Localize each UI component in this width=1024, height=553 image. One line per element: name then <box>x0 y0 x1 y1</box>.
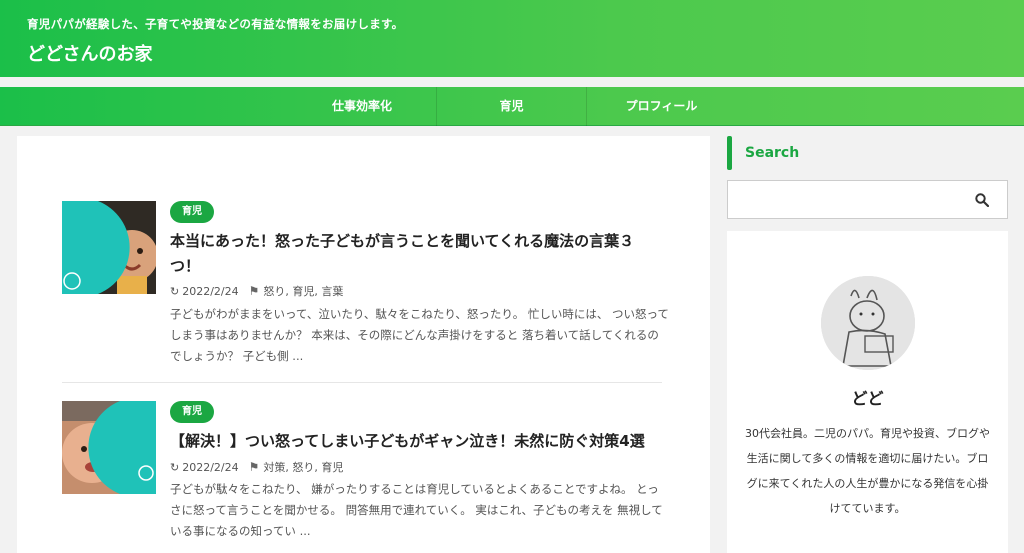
post-card: 育児 本当にあった！怒った子どもが言うことを聞いてくれる魔法の言葉３つ！ ↻ 2… <box>62 201 669 371</box>
nav-item-profile[interactable]: プロフィール <box>586 87 736 126</box>
category-badge[interactable]: 育児 <box>170 401 214 423</box>
nav-item-work-efficiency[interactable]: 仕事効率化 <box>288 87 436 126</box>
search-box <box>727 180 1008 219</box>
search-icon <box>975 192 989 207</box>
post-date: 2022/2/24 <box>182 284 239 298</box>
search-heading: Search <box>745 145 800 161</box>
site-title[interactable]: どどさんのお家 <box>27 40 152 66</box>
post-card: 育児 【解決！】つい怒ってしまい子どもがギャン泣き！未然に防ぐ対策4選 ↻ 20… <box>62 401 663 551</box>
main-content: 育児 本当にあった！怒った子どもが言うことを聞いてくれる魔法の言葉３つ！ ↻ 2… <box>17 136 710 553</box>
post-excerpt: 子どもがわがままをいって、泣いたり、駄々をこねたり、怒ったり。 忙しい時には、 … <box>170 307 669 363</box>
post-tags[interactable]: 怒り, 育児, 言葉 <box>263 283 343 299</box>
site-tagline: 育児パパが経験した、子育てや投資などの有益な情報をお届けします。 <box>27 17 404 31</box>
post-thumbnail[interactable] <box>62 401 156 494</box>
profile-name: どど <box>851 389 884 408</box>
site-header: 育児パパが経験した、子育てや投資などの有益な情報をお届けします。 どどさんのお家 <box>0 0 1024 77</box>
avatar <box>821 276 915 370</box>
post-excerpt: 子どもが駄々をこねたり、 嫌がったりすることは育児しているとよくあることですよね… <box>170 482 663 538</box>
post-meta: ↻ 2022/2/24 ⚑ 対策, 怒り, 育児 <box>170 459 343 475</box>
tag-icon: ⚑ <box>248 284 260 298</box>
post-title[interactable]: 【解決！】つい怒ってしまい子どもがギャン泣き！未然に防ぐ対策4選 <box>170 429 660 454</box>
refresh-icon: ↻ <box>170 460 180 474</box>
title-accent-bar <box>727 136 732 170</box>
post-thumbnail[interactable] <box>62 201 156 294</box>
post-tags[interactable]: 対策, 怒り, 育児 <box>263 459 343 475</box>
search-button[interactable] <box>957 181 1007 218</box>
post-divider <box>62 382 662 383</box>
search-widget-title: Search <box>727 136 1008 170</box>
tag-icon: ⚑ <box>248 460 260 474</box>
refresh-icon: ↻ <box>170 284 180 298</box>
post-meta: ↻ 2022/2/24 ⚑ 怒り, 育児, 言葉 <box>170 283 343 299</box>
post-title[interactable]: 本当にあった！怒った子どもが言うことを聞いてくれる魔法の言葉３つ！ <box>170 229 660 279</box>
main-nav: 仕事効率化 育児 プロフィール <box>0 87 1024 126</box>
profile-widget: どど 30代会社員。二児のパパ。育児や投資、ブログや生活に関して多くの情報を適切… <box>727 231 1008 553</box>
category-badge[interactable]: 育児 <box>170 201 214 223</box>
post-date: 2022/2/24 <box>182 460 239 474</box>
search-input[interactable] <box>728 181 958 218</box>
nav-item-parenting[interactable]: 育児 <box>436 87 586 126</box>
profile-description: 30代会社員。二児のパパ。育児や投資、ブログや生活に関して多くの情報を適切に届け… <box>745 427 990 515</box>
